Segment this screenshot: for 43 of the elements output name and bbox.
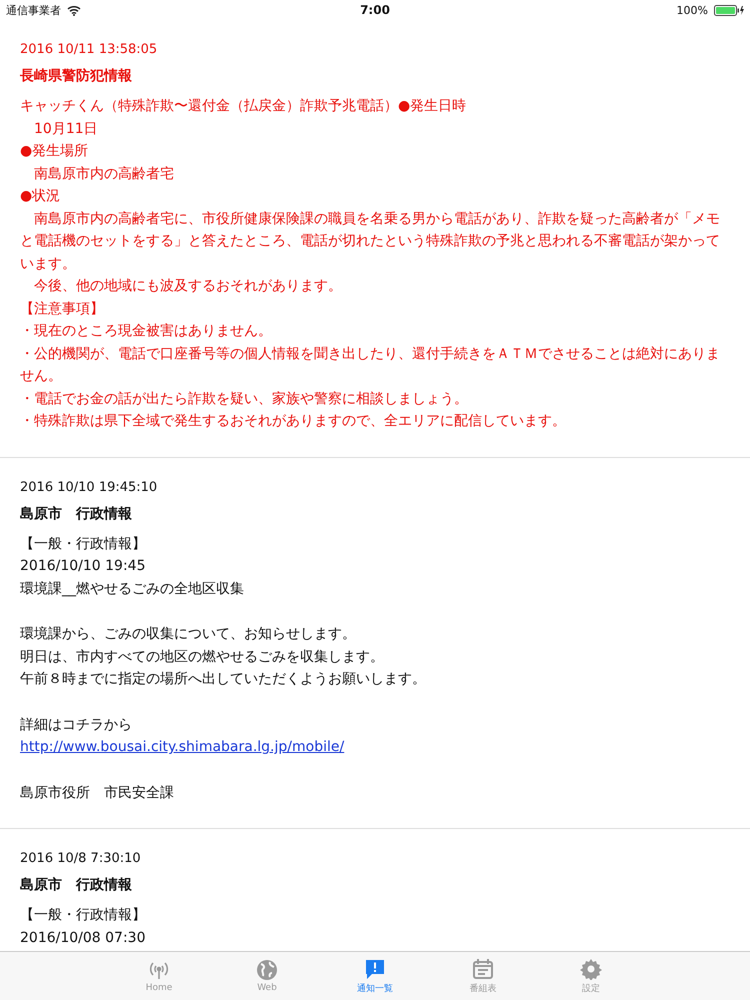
- message-text: ・電話でお金の話が出たら詐欺を疑い、家族や警察に相談しましょう。: [20, 390, 468, 408]
- tab-bar-item[interactable]: 設定: [552, 952, 630, 1000]
- message-text: ●発生場所: [20, 142, 88, 161]
- message-date: 2016 10/11 13:58:05: [20, 42, 158, 57]
- tab-bar-item[interactable]: Web: [228, 952, 306, 1000]
- message-text: 環境課から、ごみの収集について、お知らせします。: [20, 625, 356, 644]
- globe-icon: [256, 959, 278, 981]
- alert-bubble-icon: [364, 958, 386, 980]
- message-text: ・特殊詐欺は県下全域で発生するおそれがありますので、全エリアに配信しています。: [20, 412, 566, 431]
- tab-bar-item[interactable]: 通知一覧: [336, 952, 414, 1000]
- detail-link[interactable]: http://www.bousai.city.shimabara.lg.jp/mobile/: [20, 736, 344, 758]
- battery-percent: 100%: [676, 4, 708, 16]
- message-date: 2016 10/8 7:30:10: [20, 851, 142, 866]
- message-title: 長崎県警防犯情報: [20, 67, 133, 85]
- message-date: 2016 10/10 19:45:10: [20, 480, 158, 494]
- message-text: 10月11日: [33, 120, 98, 138]
- message-text: 明日は、市内すべての地区の燃やせるごみを収集します。: [20, 648, 384, 666]
- message-text: 【一般・行政情報】: [20, 534, 146, 554]
- message-text: 【注意事項】: [20, 300, 104, 318]
- calendar-icon: [472, 958, 494, 980]
- wifi-icon: [67, 4, 81, 16]
- message-text: ・公的機関が、電話で口座番号等の個人情報を聞き出したり、還付手続きをＡＴＭでさせることは絶対にありません。: [20, 344, 721, 386]
- message-text: キャッチくん（特殊詐欺〜還付金（払戻金）詐欺予兆電話）●発生日時: [20, 97, 466, 116]
- message-title: 島原市 行政情報: [20, 504, 133, 522]
- settings-icon: [580, 958, 602, 980]
- message-text: 2016/10/10 19:45: [20, 557, 146, 576]
- tab-bar-item[interactable]: Home: [120, 952, 198, 1000]
- message-text: 【一般・行政情報】: [20, 906, 146, 925]
- message-text: ●状況: [20, 187, 60, 206]
- clock-time: 7:00: [360, 3, 390, 17]
- tab-bar-item[interactable]: 番組表: [444, 952, 522, 1000]
- message-title: 島原市 行政情報: [20, 876, 133, 894]
- message-text: 詳細はコチラから: [20, 716, 132, 734]
- battery-icon: [714, 4, 744, 16]
- message-text: 2016/10/08 07:30: [20, 928, 146, 948]
- message-text: 午前８時までに指定の場所へ出していただくようお願いします。: [20, 670, 426, 689]
- message-text: 南島原市内の高齢者宅: [33, 164, 174, 184]
- message-text: 今後、他の地域にも波及するおそれがあります。: [33, 277, 342, 296]
- carrier-name: 通信事業者: [6, 2, 61, 18]
- message-text: 南島原市内の高齢者宅に、市役所健康保険課の職員を名乗る男から電話があり、詐欺を疑った高齢者が「メモと電話機のセットをする」と答えたところ、電話が切れたという特殊詐欺の予兆と思われる不審電話が架かっています。: [20, 210, 721, 274]
- message-text: ・現在のところ現金被害はありません。: [20, 322, 272, 341]
- message-text: 島原市役所 市民安全課: [20, 784, 174, 802]
- message-text: 環境課__燃やせるごみの全地区収集: [20, 580, 244, 598]
